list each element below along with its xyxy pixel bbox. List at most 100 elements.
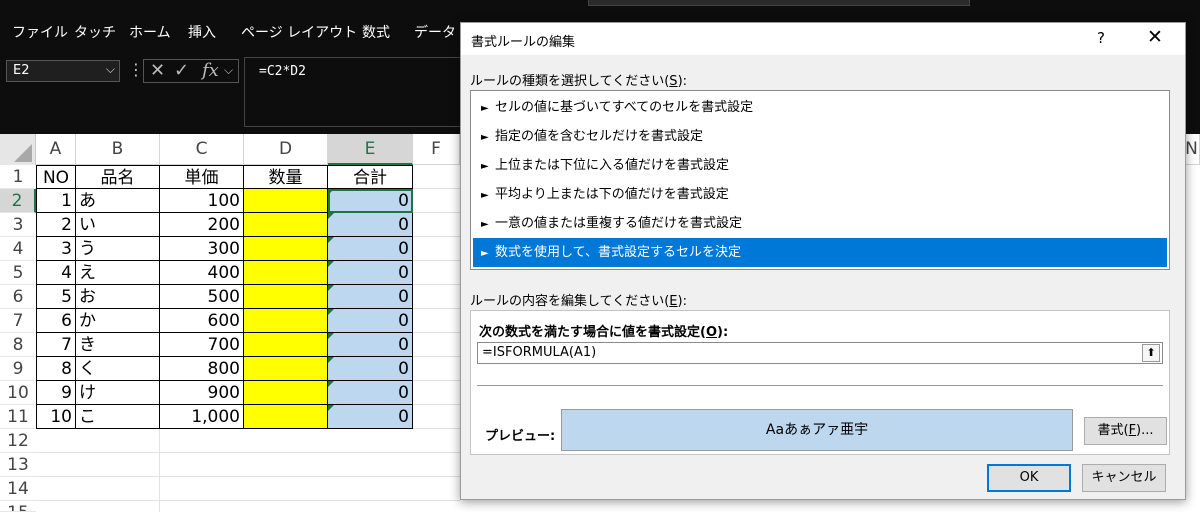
cell-total[interactable]: 0 (328, 285, 413, 309)
search-bar-edge[interactable] (588, 0, 970, 6)
cell-no[interactable]: 2 (36, 213, 76, 237)
row-header[interactable]: 9 (0, 357, 36, 381)
cell-quantity[interactable] (244, 357, 328, 381)
cell-price[interactable]: 1,000 (160, 405, 244, 429)
cell-name[interactable]: い (76, 213, 160, 237)
row-header[interactable]: 1 (0, 165, 36, 189)
cell-price[interactable]: 500 (160, 285, 244, 309)
cell-no[interactable]: 7 (36, 333, 76, 357)
tab-home[interactable]: ホーム (129, 22, 171, 42)
cell-no[interactable]: 5 (36, 285, 76, 309)
cell-total[interactable]: 0 (328, 237, 413, 261)
cell-name[interactable]: く (76, 357, 160, 381)
rule-formula-input[interactable]: =ISFORMULA(A1) ⬆ (477, 342, 1163, 364)
select-all-corner[interactable] (0, 134, 36, 165)
column-header-d[interactable]: D (244, 134, 328, 165)
cell-quantity[interactable] (244, 213, 328, 237)
tab-insert[interactable]: 挿入 (188, 22, 216, 42)
row-header[interactable]: 5 (0, 261, 36, 285)
function-icon[interactable]: fx (202, 60, 219, 81)
column-header-n[interactable]: N (1184, 134, 1200, 165)
rule-type-list[interactable]: ► セルの値に基づいてすべてのセルを書式設定 ► 指定の値を含むセルだけを書式設定 … (470, 90, 1170, 270)
cell-total[interactable]: 0 (328, 261, 413, 285)
cell-quantity[interactable] (244, 405, 328, 429)
cell-total[interactable]: 0 (328, 309, 413, 333)
cell-quantity[interactable] (244, 261, 328, 285)
row-header[interactable]: 15 (0, 501, 36, 512)
cancel-icon[interactable]: ✕ (150, 60, 165, 81)
cell-total[interactable]: 0 (328, 213, 413, 237)
cell-no[interactable]: 9 (36, 381, 76, 405)
cell-total[interactable]: 0 (328, 357, 413, 381)
cell-price[interactable]: 400 (160, 261, 244, 285)
column-header-e[interactable]: E (328, 134, 413, 165)
cell-name[interactable]: か (76, 309, 160, 333)
header-price[interactable]: 単価 (160, 165, 244, 189)
chevron-down-icon[interactable]: ⌵ (224, 63, 233, 78)
cell-total[interactable]: 0 (328, 189, 413, 213)
cancel-button[interactable]: キャンセル (1082, 464, 1166, 492)
cell-no[interactable]: 3 (36, 237, 76, 261)
cell-quantity[interactable] (244, 189, 328, 213)
cell-name[interactable]: き (76, 333, 160, 357)
rule-type-item[interactable]: ► セルの値に基づいてすべてのセルを書式設定 (473, 93, 1167, 122)
tab-data[interactable]: データ (414, 22, 456, 42)
row-header[interactable]: 11 (0, 405, 36, 429)
cell-no[interactable]: 1 (36, 189, 76, 213)
cell-price[interactable]: 700 (160, 333, 244, 357)
dialog-titlebar[interactable]: 書式ルールの編集 ? ✕ (461, 23, 1185, 55)
row-header[interactable]: 8 (0, 333, 36, 357)
row-header[interactable]: 6 (0, 285, 36, 309)
cell-price[interactable]: 800 (160, 357, 244, 381)
check-icon[interactable]: ✓ (174, 60, 189, 81)
column-header-b[interactable]: B (76, 134, 160, 165)
cell-total[interactable]: 0 (328, 405, 413, 429)
cell-name[interactable]: こ (76, 405, 160, 429)
format-button[interactable]: 書式(F)... (1084, 417, 1167, 445)
cell-price[interactable]: 200 (160, 213, 244, 237)
row-header[interactable]: 7 (0, 309, 36, 333)
chevron-down-icon[interactable]: ⌵ (106, 62, 115, 77)
cell-no[interactable]: 6 (36, 309, 76, 333)
column-header-a[interactable]: A (36, 134, 76, 165)
header-total[interactable]: 合計 (328, 165, 413, 189)
cell-price[interactable]: 100 (160, 189, 244, 213)
header-quantity[interactable]: 数量 (244, 165, 328, 189)
tab-touch[interactable]: タッチ (74, 22, 116, 42)
row-header[interactable]: 10 (0, 381, 36, 405)
cell-quantity[interactable] (244, 237, 328, 261)
tab-formulas[interactable]: 数式 (362, 22, 390, 42)
rule-type-item[interactable]: ► 平均より上または下の値だけを書式設定 (473, 180, 1167, 209)
cell-name[interactable]: け (76, 381, 160, 405)
cell-total[interactable]: 0 (328, 333, 413, 357)
cell-price[interactable]: 300 (160, 237, 244, 261)
rule-type-item[interactable]: ► 上位または下位に入る値だけを書式設定 (473, 151, 1167, 180)
cell-name[interactable]: う (76, 237, 160, 261)
cell-no[interactable]: 4 (36, 261, 76, 285)
column-header-f[interactable]: F (413, 134, 460, 165)
rule-type-item[interactable]: ► 一意の値または重複する値だけを書式設定 (473, 209, 1167, 238)
cell-quantity[interactable] (244, 381, 328, 405)
cell-quantity[interactable] (244, 285, 328, 309)
row-header[interactable]: 12 (0, 429, 36, 453)
cell-name[interactable]: お (76, 285, 160, 309)
header-no[interactable]: NO (36, 165, 76, 189)
tab-file[interactable]: ファイル (12, 22, 68, 42)
rule-type-item[interactable]: ► 指定の値を含むセルだけを書式設定 (473, 122, 1167, 151)
rule-type-item-selected[interactable]: ► 数式を使用して、書式設定するセルを決定 (473, 238, 1167, 267)
tab-page-layout[interactable]: ページ レイアウト (241, 22, 357, 42)
cell-name[interactable]: え (76, 261, 160, 285)
close-icon[interactable]: ✕ (1147, 26, 1163, 48)
cell-quantity[interactable] (244, 309, 328, 333)
row-header[interactable]: 3 (0, 213, 36, 237)
cell-name[interactable]: あ (76, 189, 160, 213)
collapse-dialog-icon[interactable]: ⬆ (1142, 344, 1160, 362)
cell-price[interactable]: 600 (160, 309, 244, 333)
name-box[interactable]: E2 ⌵ (6, 60, 120, 82)
help-icon[interactable]: ? (1097, 29, 1105, 47)
column-header-c[interactable]: C (160, 134, 244, 165)
row-header[interactable]: 2 (0, 189, 36, 213)
row-header[interactable]: 13 (0, 453, 36, 477)
cell-no[interactable]: 8 (36, 357, 76, 381)
row-header[interactable]: 4 (0, 237, 36, 261)
